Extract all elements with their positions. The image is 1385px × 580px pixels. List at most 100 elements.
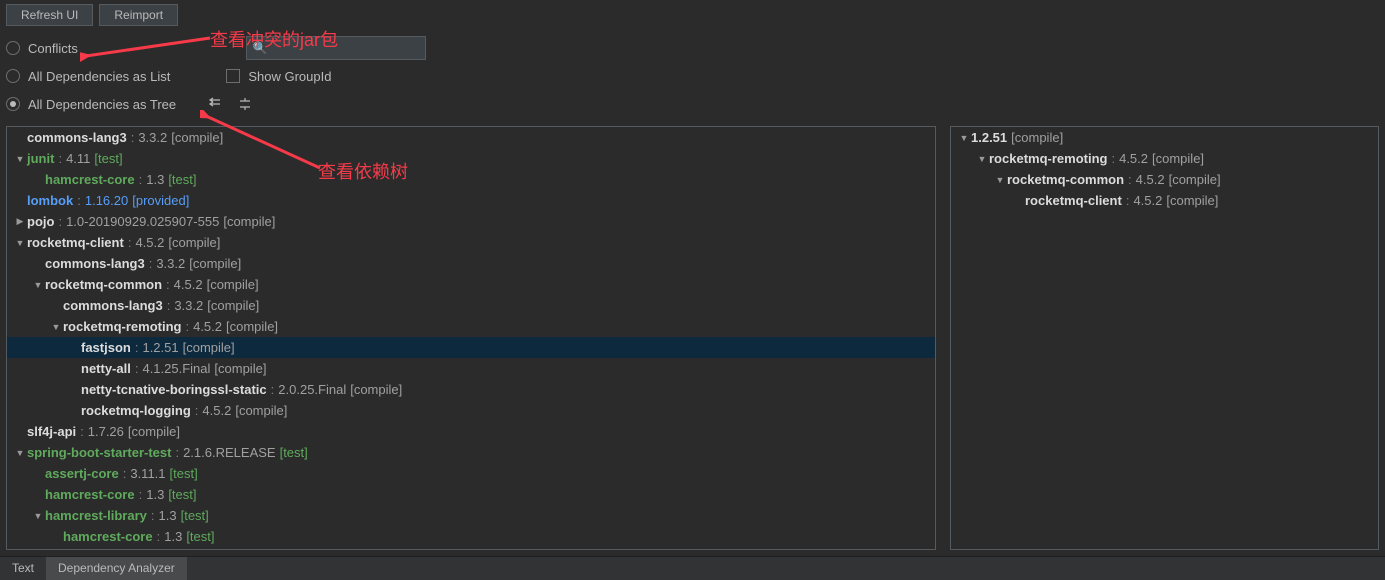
tree-row[interactable]: pojo:1.0-20190929.025907-555 [compile] [7, 211, 935, 232]
tree-toggle-icon[interactable] [13, 448, 27, 458]
scope-label: [test] [186, 529, 214, 544]
separator: : [157, 529, 161, 544]
tree-toggle-icon[interactable] [993, 175, 1007, 185]
scope-label: [compile] [183, 340, 235, 355]
view-options: Conflicts 🔍 All Dependencies as List Sho… [0, 30, 1385, 126]
scope-label: [test] [181, 508, 209, 523]
tree-row[interactable]: rocketmq-client:4.5.2 [compile] [7, 232, 935, 253]
scope-label: [compile] [1152, 151, 1204, 166]
tree-row[interactable]: netty-all:4.1.25.Final [compile] [7, 358, 935, 379]
version-label: 4.1.25.Final [142, 361, 210, 376]
tree-row[interactable]: commons-lang3:3.3.2 [compile] [7, 295, 935, 316]
tree-row[interactable]: netty-tcnative-boringssl-static:2.0.25.F… [7, 379, 935, 400]
tree-row[interactable]: rocketmq-common:4.5.2 [compile] [951, 169, 1378, 190]
separator: : [1128, 172, 1132, 187]
tree-toggle-icon[interactable] [13, 216, 27, 227]
artifact-name: hamcrest-core [45, 172, 135, 187]
scope-label: [compile] [214, 361, 266, 376]
tree-row[interactable]: hamcrest-core:1.3 [test] [7, 526, 935, 547]
separator: : [185, 319, 189, 334]
version-label: 4.5.2 [1133, 193, 1162, 208]
version-label: 4.5.2 [174, 277, 203, 292]
tree-row[interactable]: 1.2.51 [compile] [951, 127, 1378, 148]
expand-all-icon[interactable] [204, 93, 226, 115]
tree-row[interactable]: slf4j-api:1.7.26 [compile] [7, 421, 935, 442]
artifact-name: rocketmq-logging [81, 403, 191, 418]
conflicts-radio[interactable] [6, 41, 20, 55]
reimport-button[interactable]: Reimport [99, 4, 178, 26]
separator: : [1111, 151, 1115, 166]
panels: commons-lang3:3.3.2 [compile]junit:4.11 … [0, 126, 1385, 550]
version-label: 3.3.2 [156, 256, 185, 271]
version-label: 1.16.20 [85, 193, 128, 208]
all-deps-tree-radio[interactable] [6, 97, 20, 111]
separator: : [1126, 193, 1130, 208]
usage-tree-panel[interactable]: 1.2.51 [compile]rocketmq-remoting:4.5.2 … [950, 126, 1379, 550]
version-label: 2.1.6.RELEASE [183, 445, 276, 460]
search-icon: 🔍 [253, 41, 268, 55]
version-label: 4.5.2 [1119, 151, 1148, 166]
tree-row[interactable]: rocketmq-logging:4.5.2 [compile] [7, 400, 935, 421]
version-label: 2.0.25.Final [278, 382, 346, 397]
separator: : [139, 172, 143, 187]
version-label: 4.5.2 [135, 235, 164, 250]
separator: : [123, 466, 127, 481]
toolbar: Refresh UI Reimport [0, 0, 1385, 30]
tree-row[interactable]: commons-lang3:3.3.2 [compile] [7, 253, 935, 274]
version-label: 1.2.51 [142, 340, 178, 355]
artifact-name: rocketmq-remoting [63, 319, 181, 334]
tree-row[interactable]: hamcrest-library:1.3 [test] [7, 505, 935, 526]
search-box[interactable]: 🔍 [246, 36, 426, 60]
all-deps-tree-label: All Dependencies as Tree [28, 97, 176, 112]
refresh-ui-button[interactable]: Refresh UI [6, 4, 93, 26]
tab-text[interactable]: Text [0, 557, 46, 580]
tree-toggle-icon[interactable] [31, 511, 45, 521]
tree-toggle-icon[interactable] [13, 238, 27, 248]
tree-row[interactable]: rocketmq-client:4.5.2 [compile] [951, 190, 1378, 211]
tree-row[interactable]: hamcrest-core:1.3 [test] [7, 484, 935, 505]
separator: : [135, 340, 139, 355]
version-label: 1.3 [164, 529, 182, 544]
artifact-name: rocketmq-remoting [989, 151, 1107, 166]
dependency-tree-panel[interactable]: commons-lang3:3.3.2 [compile]junit:4.11 … [6, 126, 936, 550]
tree-row[interactable]: rocketmq-remoting:4.5.2 [compile] [951, 148, 1378, 169]
scope-label: [compile] [223, 214, 275, 229]
tree-row[interactable]: spring-boot-starter-test:2.1.6.RELEASE [… [7, 442, 935, 463]
artifact-name: hamcrest-library [45, 508, 147, 523]
show-groupid-checkbox[interactable] [226, 69, 240, 83]
search-input[interactable] [268, 41, 419, 55]
artifact-name: netty-tcnative-boringssl-static [81, 382, 267, 397]
separator: : [149, 256, 153, 271]
tree-row[interactable]: rocketmq-remoting:4.5.2 [compile] [7, 316, 935, 337]
separator: : [77, 193, 81, 208]
tree-toggle-icon[interactable] [31, 280, 45, 290]
tree-row[interactable]: lombok:1.16.20 [provided] [7, 190, 935, 211]
version-label: 4.5.2 [193, 319, 222, 334]
artifact-name: assertj-core [45, 466, 119, 481]
artifact-name: fastjson [81, 340, 131, 355]
collapse-all-icon[interactable] [234, 93, 256, 115]
scope-label: [compile] [1011, 130, 1063, 145]
scope-label: [test] [94, 151, 122, 166]
tree-row[interactable]: rocketmq-common:4.5.2 [compile] [7, 274, 935, 295]
all-deps-list-radio[interactable] [6, 69, 20, 83]
scope-label: [test] [280, 445, 308, 460]
tab-dependency-analyzer[interactable]: Dependency Analyzer [46, 557, 187, 580]
tree-toggle-icon[interactable] [49, 322, 63, 332]
version-label: 1.3 [159, 508, 177, 523]
tree-row[interactable]: junit:4.11 [test] [7, 148, 935, 169]
scope-label: [test] [168, 172, 196, 187]
tree-toggle-icon[interactable] [975, 154, 989, 164]
artifact-name: junit [27, 151, 54, 166]
scope-label: [compile] [207, 277, 259, 292]
tree-row[interactable]: hamcrest-core:1.3 [test] [7, 169, 935, 190]
separator: : [131, 130, 135, 145]
tree-toggle-icon[interactable] [957, 133, 971, 143]
tree-row[interactable]: assertj-core:3.11.1 [test] [7, 463, 935, 484]
separator: : [80, 424, 84, 439]
tree-row[interactable]: fastjson:1.2.51 [compile] [7, 337, 935, 358]
artifact-name: rocketmq-client [1025, 193, 1122, 208]
artifact-name: 1.2.51 [971, 130, 1007, 145]
tree-toggle-icon[interactable] [13, 154, 27, 164]
tree-row[interactable]: commons-lang3:3.3.2 [compile] [7, 127, 935, 148]
